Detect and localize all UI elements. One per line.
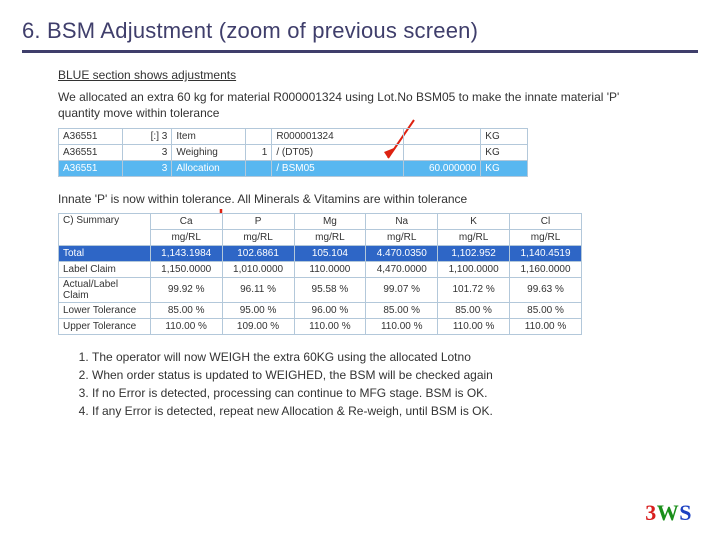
explanation-paragraph: We allocated an extra 60 kg for material… xyxy=(58,89,662,121)
table-row: A36551 [:] 3 Item R000001324 KG xyxy=(59,128,528,144)
steps-list: The operator will now WEIGH the extra 60… xyxy=(74,349,662,420)
list-item: If no Error is detected, processing can … xyxy=(92,385,662,401)
adjustments-table-wrap: A36551 [:] 3 Item R000001324 KG A36551 3… xyxy=(58,128,662,177)
list-item: When order status is updated to WEIGHED,… xyxy=(92,367,662,383)
blue-section-line: BLUE section shows adjustments xyxy=(58,67,662,83)
tolerance-line: Innate 'P' is now within tolerance. All … xyxy=(58,191,662,207)
adjustments-table: A36551 [:] 3 Item R000001324 KG A36551 3… xyxy=(58,128,528,177)
table-row: A36551 3 Allocation / BSM05 60.000000 KG xyxy=(59,160,528,176)
table-header-row: C) Summary Ca P Mg Na K Cl xyxy=(59,213,582,229)
list-item: The operator will now WEIGH the extra 60… xyxy=(92,349,662,365)
summary-table-wrap: C) Summary Ca P Mg Na K Cl mg/RL mg/RL m… xyxy=(58,213,662,335)
summary-table: C) Summary Ca P Mg Na K Cl mg/RL mg/RL m… xyxy=(58,213,582,335)
table-row: Upper Tolerance 110.00 % 109.00 % 110.00… xyxy=(59,318,582,334)
slide-title: 6. BSM Adjustment (zoom of previous scre… xyxy=(22,18,698,53)
table-row: Actual/Label Claim 99.92 % 96.11 % 95.58… xyxy=(59,277,582,302)
table-row: Total 1,143.1984 102.6861 105.104 4.470.… xyxy=(59,245,582,261)
list-item: If any Error is detected, repeat new All… xyxy=(92,403,662,419)
table-row: Lower Tolerance 85.00 % 95.00 % 96.00 % … xyxy=(59,302,582,318)
logo-3ws: 3WS xyxy=(645,500,692,526)
table-row: Label Claim 1,150.0000 1,010.0000 110.00… xyxy=(59,261,582,277)
table-row: A36551 3 Weighing 1 / (DT05) KG xyxy=(59,144,528,160)
